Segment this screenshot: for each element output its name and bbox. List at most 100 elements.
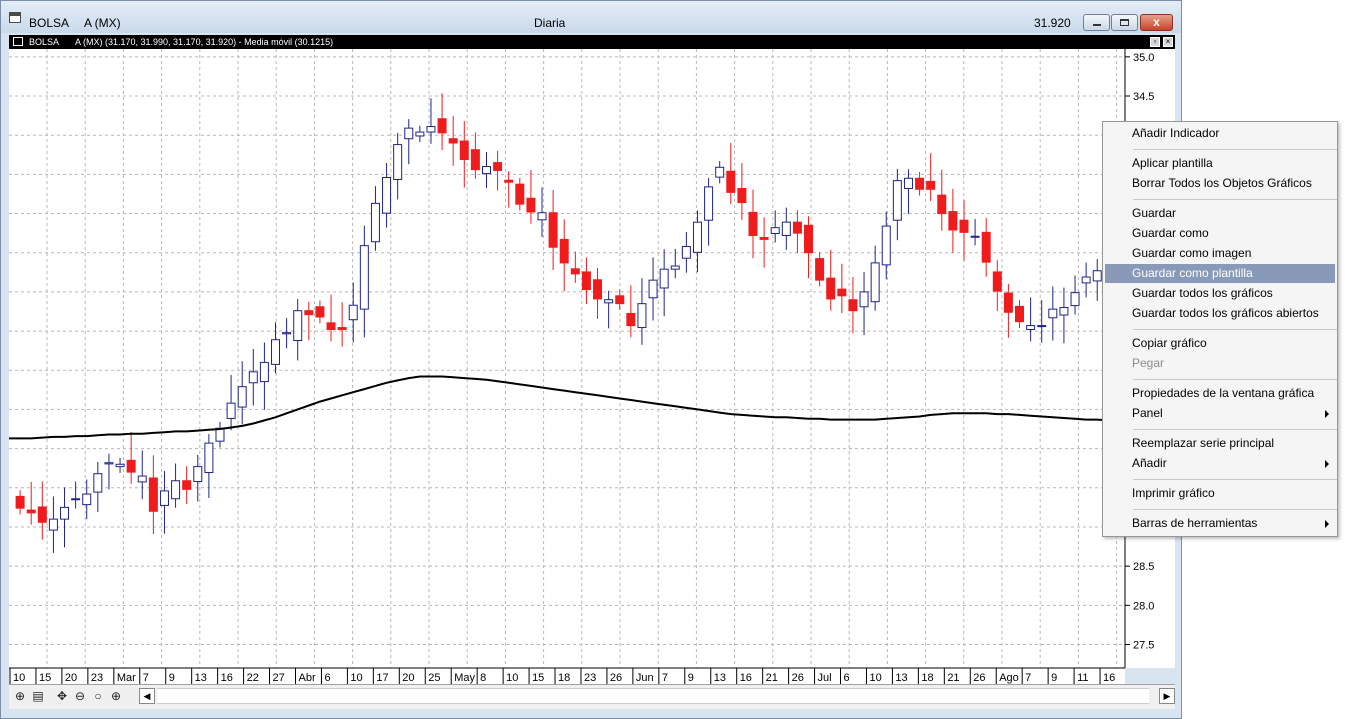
chart-restore-button[interactable]: ▫: [1150, 37, 1160, 47]
menu-item-label: Aplicar plantilla: [1132, 156, 1213, 170]
candle-body: [837, 288, 847, 297]
menu-item-label: Guardar todos los gráficos abiertos: [1132, 306, 1319, 320]
candle-body: [171, 480, 181, 500]
candle-body: [537, 212, 547, 221]
menu-item-label: Añadir Indicador: [1132, 126, 1220, 140]
menu-item-label: Guardar como imagen: [1132, 246, 1252, 260]
date-tick-label: 16: [221, 672, 233, 684]
price-tick-label: 28.5: [1133, 561, 1154, 573]
candle-body: [337, 327, 347, 331]
date-tick-label: Mar: [117, 672, 136, 684]
candle-body: [915, 177, 925, 190]
date-tick-label: 16: [1103, 672, 1115, 684]
price-tick-label: 34.5: [1133, 91, 1154, 103]
title-bar[interactable]: BOLSA A (MX) Diaria 31.920 x: [1, 1, 1181, 33]
menu-item-copy-chart[interactable]: Copiar gráfico: [1105, 334, 1335, 353]
menu-item-save-as-template[interactable]: Guardar como plantilla: [1105, 264, 1335, 283]
candle-body: [26, 509, 36, 514]
date-tick-label: Jul: [818, 672, 832, 684]
menu-item-label: Barras de herramientas: [1132, 516, 1258, 530]
menu-item-panel[interactable]: Panel: [1105, 404, 1335, 423]
date-tick-label: 10: [13, 672, 25, 684]
candle-body: [548, 212, 558, 248]
candle-body: [470, 149, 480, 171]
date-tick-label: 15: [39, 672, 51, 684]
candle-body: [770, 227, 780, 235]
candle-body: [681, 245, 691, 259]
menu-separator: [1133, 379, 1337, 380]
candle-body: [459, 140, 469, 160]
menu-item-save[interactable]: Guardar: [1105, 204, 1335, 223]
date-tick-label: 7: [662, 672, 668, 684]
chart-close-button[interactable]: ×: [1163, 37, 1173, 47]
move-icon[interactable]: ✥: [55, 689, 69, 703]
price-chart[interactable]: 35.0 34.5 28.5 28.0 27.5 10 15 20 23 Mar 7 9 13 16 22…: [9, 49, 1175, 684]
minimize-button[interactable]: [1083, 14, 1110, 31]
candle-body: [748, 211, 758, 236]
date-tick-label: 26: [973, 672, 985, 684]
menu-item-add[interactable]: Añadir: [1105, 454, 1335, 473]
chart-window: BOLSA A (MX) Diaria 31.920 x BOLSA A (MX…: [0, 0, 1182, 719]
candle-body: [948, 211, 958, 231]
menu-item-delete-objects[interactable]: Borrar Todos los Objetos Gráficos: [1105, 174, 1335, 193]
chart-app-name: BOLSA: [29, 37, 60, 47]
date-tick-label: 9: [688, 672, 694, 684]
candle-body: [593, 279, 603, 300]
candle-body: [937, 194, 947, 215]
menu-separator: [1133, 329, 1337, 330]
candle-body: [271, 339, 281, 365]
menu-item-label: Imprimir gráfico: [1132, 486, 1215, 500]
menu-separator: [1133, 199, 1337, 200]
menu-item-save-all-charts[interactable]: Guardar todos los gráficos: [1105, 284, 1335, 303]
menu-separator: [1133, 149, 1337, 150]
candle-body: [815, 258, 825, 281]
menu-item-replace-main-series[interactable]: Reemplazar serie principal: [1105, 434, 1335, 453]
candle-body: [715, 166, 725, 178]
zoom-in-icon[interactable]: ⊕: [109, 689, 123, 703]
menu-item-print-chart[interactable]: Imprimir gráfico: [1105, 484, 1335, 503]
candle-body: [481, 166, 491, 175]
maximize-button[interactable]: [1111, 14, 1138, 31]
zoom-out-icon[interactable]: ⊖: [73, 689, 87, 703]
menu-item-window-properties[interactable]: Propiedades de la ventana gráfica: [1105, 384, 1335, 403]
menu-item-label: Pegar: [1132, 356, 1165, 370]
menu-item-label: Panel: [1132, 406, 1163, 420]
price-tick-label: 27.5: [1133, 639, 1154, 651]
candle-body: [1048, 308, 1058, 319]
date-tick-label: 13: [714, 672, 726, 684]
crosshair-icon[interactable]: ⊕: [13, 689, 27, 703]
context-menu: Añadir Indicador Aplicar plantilla Borra…: [1102, 121, 1338, 537]
candle-body: [437, 118, 447, 134]
scroll-right-button[interactable]: ▶: [1159, 688, 1175, 704]
date-tick-label: Abr: [298, 672, 315, 684]
candle-body: [326, 322, 336, 331]
scroll-left-button[interactable]: ◀: [139, 688, 155, 704]
menu-item-label: Reemplazar serie principal: [1132, 436, 1275, 450]
candle-body: [404, 127, 414, 140]
menu-item-add-indicator[interactable]: Añadir Indicador: [1105, 124, 1335, 143]
candle-body: [1026, 325, 1036, 331]
zoom-icon[interactable]: ○: [91, 689, 105, 703]
candle-body: [726, 170, 736, 193]
menu-item-save-as[interactable]: Guardar como: [1105, 224, 1335, 243]
candle-body: [493, 162, 503, 171]
submenu-arrow-icon: [1325, 410, 1329, 418]
candle-body: [48, 518, 58, 531]
close-button[interactable]: x: [1140, 14, 1173, 31]
bottom-toolbar: ⊕ ▤ ✥ ⊖ ○ ⊕ ◀ ▶: [9, 684, 1175, 709]
menu-item-toolbars[interactable]: Barras de herramientas: [1105, 514, 1335, 533]
candle-body: [71, 498, 81, 501]
menu-item-save-as-image[interactable]: Guardar como imagen: [1105, 244, 1335, 263]
scroll-track[interactable]: [157, 688, 1149, 704]
candle-body: [604, 299, 614, 304]
candle-body: [426, 126, 436, 133]
candle-body: [382, 177, 392, 214]
menu-item-apply-template[interactable]: Aplicar plantilla: [1105, 154, 1335, 173]
candle-body: [526, 197, 536, 213]
menu-item-label: Guardar como plantilla: [1132, 266, 1253, 280]
date-tick-label: 9: [1051, 672, 1057, 684]
menu-item-save-all-open-charts[interactable]: Guardar todos los gráficos abiertos: [1105, 304, 1335, 323]
candle-body: [570, 268, 580, 275]
candle-body: [248, 371, 258, 384]
data-window-icon[interactable]: ▤: [31, 689, 45, 703]
